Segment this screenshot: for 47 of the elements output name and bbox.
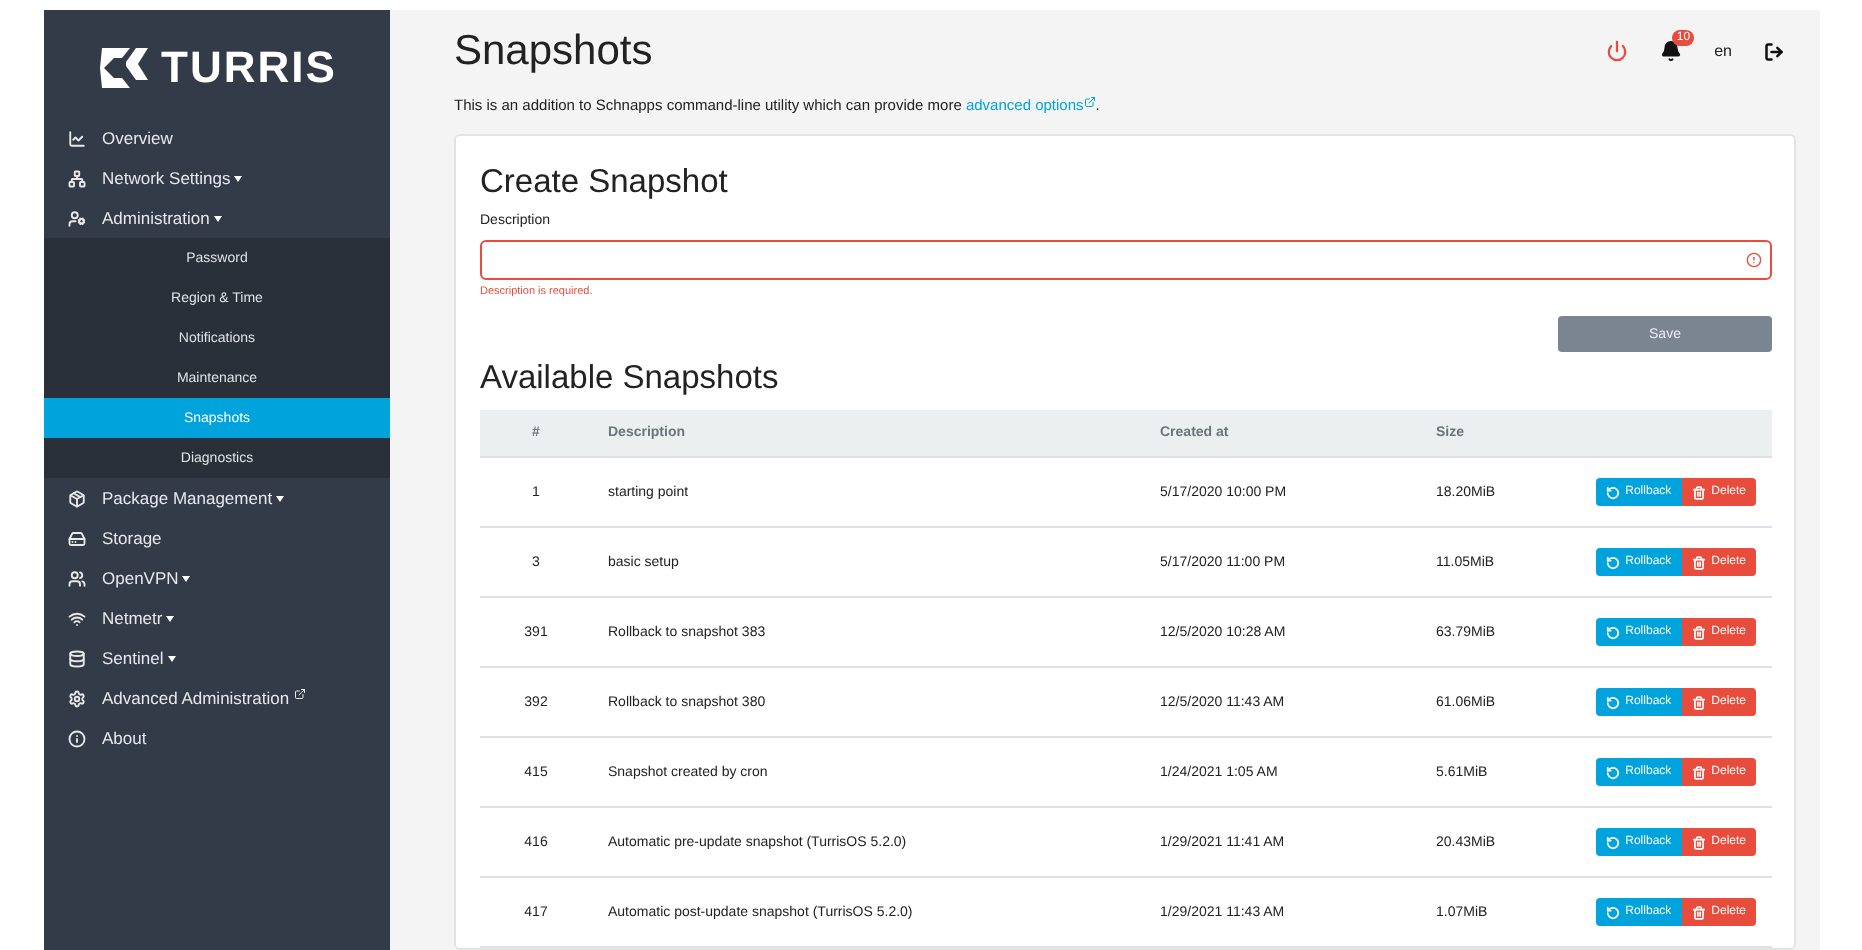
undo-icon	[1605, 695, 1620, 709]
sidebar-item[interactable]: Storage	[44, 518, 390, 558]
user-gear-icon	[68, 209, 86, 227]
sidebar-item[interactable]: Advanced Administration	[44, 678, 390, 718]
trash-icon	[1691, 695, 1706, 709]
undo-icon	[1605, 485, 1620, 499]
undo-icon	[1605, 905, 1620, 919]
external-link-icon	[1083, 96, 1096, 108]
power-icon[interactable]	[1606, 40, 1629, 62]
sidebar-item[interactable]: Sentinel	[44, 638, 390, 678]
trash-icon	[1691, 555, 1706, 569]
drive-icon	[68, 529, 86, 547]
language-selector[interactable]: en	[1714, 42, 1732, 60]
users-icon	[68, 569, 86, 587]
section-title: Create Snapshot	[480, 164, 730, 202]
sidebar-item[interactable]: Netmetr	[44, 598, 390, 638]
undo-icon	[1605, 625, 1620, 639]
sidebar-item[interactable]: Overview	[44, 118, 390, 158]
info-icon	[68, 729, 86, 747]
undo-icon	[1605, 555, 1620, 569]
trash-icon	[1691, 485, 1706, 499]
trash-icon	[1691, 905, 1706, 919]
wifi-icon	[68, 609, 86, 627]
chart-icon	[68, 129, 86, 147]
undo-icon	[1605, 765, 1620, 779]
settings-icon	[68, 689, 86, 707]
alert-icon	[1746, 252, 1762, 268]
logout-icon[interactable]	[1764, 41, 1784, 61]
sidebar-item[interactable]: OpenVPN	[44, 558, 390, 598]
undo-icon	[1605, 835, 1620, 849]
package-icon	[68, 489, 86, 507]
brand-name: TURRIS	[161, 42, 337, 94]
bell-icon[interactable]	[1660, 40, 1683, 62]
page-title: Snapshots	[454, 27, 655, 75]
database-icon	[68, 649, 86, 667]
network-icon	[68, 169, 86, 187]
sidebar-item[interactable]: Network Settings	[44, 158, 390, 198]
description-field[interactable]	[480, 240, 1772, 280]
sidebar-item[interactable]: Package Management	[44, 478, 390, 518]
logo-icon	[97, 44, 150, 92]
sidebar-item[interactable]: Administration	[44, 198, 390, 238]
trash-icon	[1691, 625, 1706, 639]
section-title: Available Snapshots	[480, 360, 781, 398]
trash-icon	[1691, 765, 1706, 779]
trash-icon	[1691, 835, 1706, 849]
external-link-icon	[293, 688, 306, 700]
sidebar-item[interactable]: About	[44, 718, 390, 758]
